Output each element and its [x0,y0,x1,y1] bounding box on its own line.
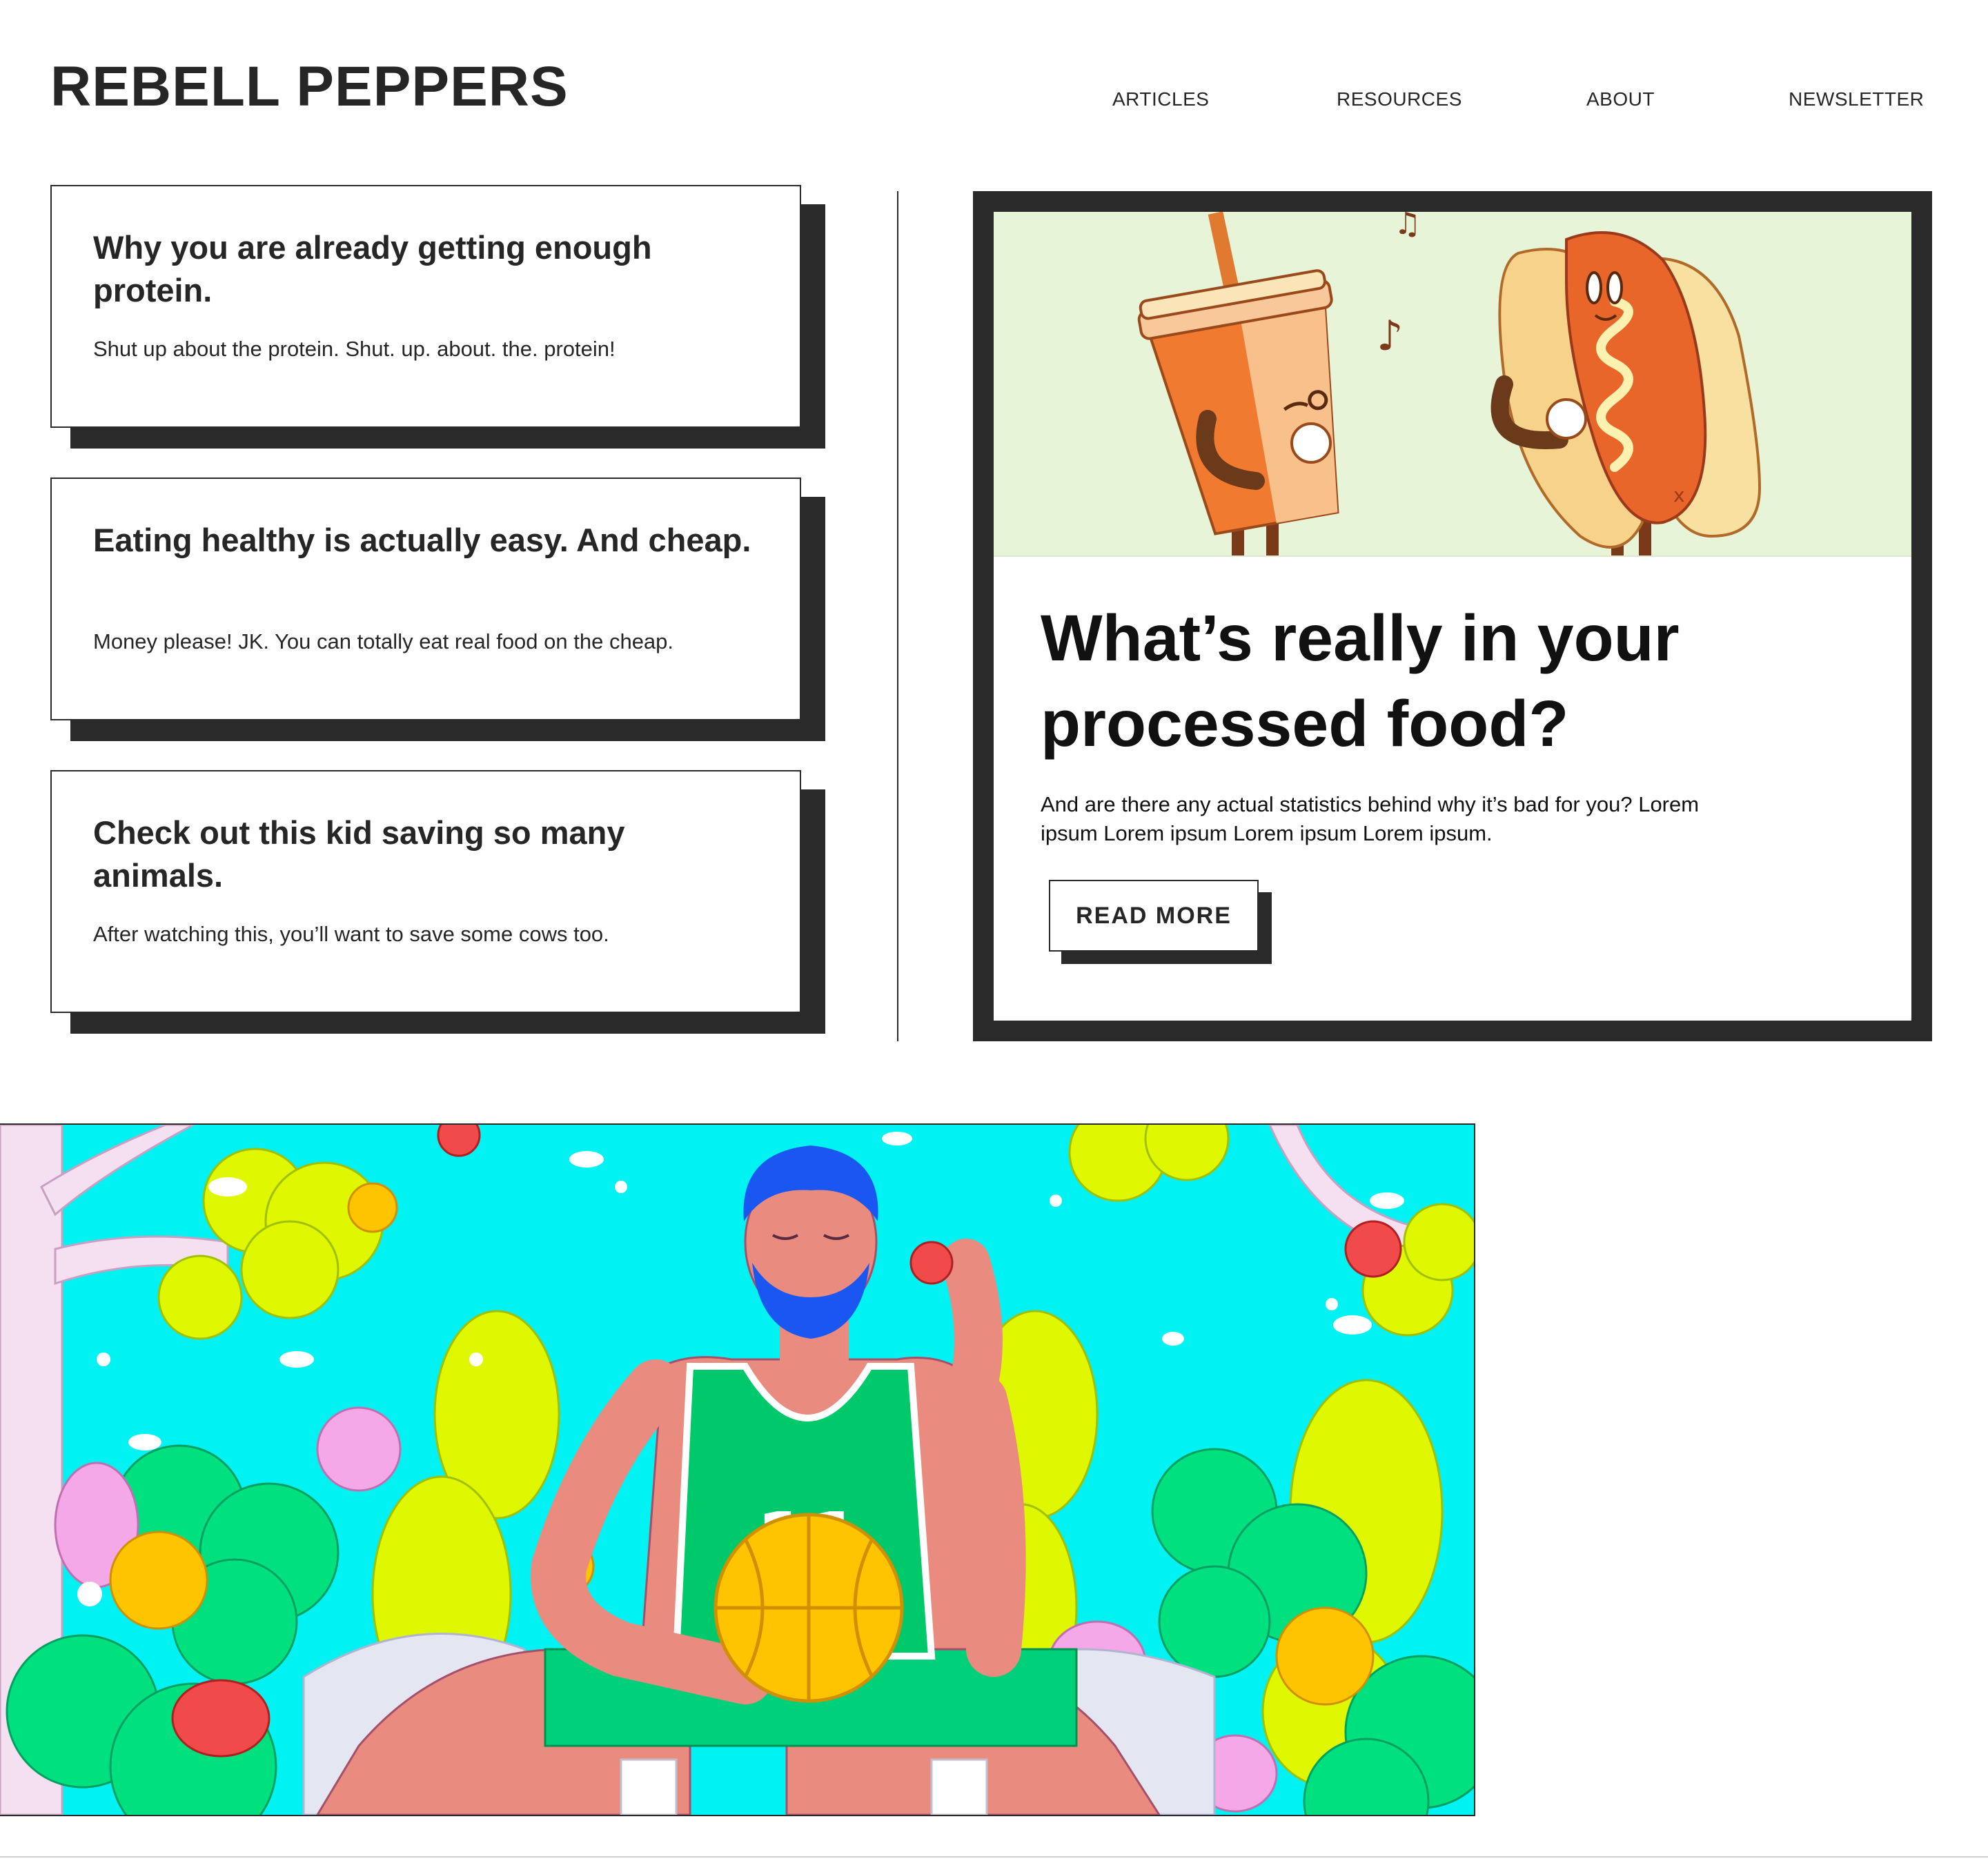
featured-article: ♫ ♪ x What’s really in your processed fo… [973,191,1932,1041]
svg-text:♫: ♫ [1394,212,1421,242]
read-more-wrapper: READ MORE [1049,880,1272,965]
article-title[interactable]: Why you are already getting enough prote… [93,226,756,312]
article-description: Money please! JK. You can totally eat re… [93,629,674,653]
page-bottom-rule [0,1856,1988,1858]
nav-articles[interactable]: ARTICLES [1112,86,1209,113]
article-title[interactable]: Eating healthy is actually easy. And che… [93,519,756,562]
article-card-eating-healthy[interactable]: Eating healthy is actually easy. And che… [50,478,801,720]
svg-text:♪: ♪ [1377,312,1403,360]
basketball-player-illustration: 11 [0,1125,1474,1815]
article-card-wrapper: Why you are already getting enough prote… [50,185,825,449]
article-card-protein[interactable]: Why you are already getting enough prote… [50,185,801,428]
hero-illustration: 11 [0,1123,1475,1816]
article-title[interactable]: Check out this kid saving so many animal… [93,812,756,897]
article-card-wrapper: Eating healthy is actually easy. And che… [50,478,825,741]
vertical-divider [897,191,898,1041]
article-description: After watching this, you’ll want to save… [93,922,609,946]
article-card-wrapper: Check out this kid saving so many animal… [50,770,825,1034]
article-description: Shut up about the protein. Shut. up. abo… [93,337,616,361]
main-nav: ARTICLES RESOURCES ABOUT NEWSLETTER [0,86,1988,113]
article-card-kid-saving-animals[interactable]: Check out this kid saving so many animal… [50,770,801,1013]
featured-article-body: ♫ ♪ x What’s really in your processed fo… [994,212,1911,1021]
read-more-button[interactable]: READ MORE [1049,880,1259,952]
nav-resources[interactable]: RESOURCES [1337,86,1462,113]
cup-and-hotdog-illustration: ♫ ♪ x [994,212,1911,557]
featured-title[interactable]: What’s really in your processed food? [1041,596,1882,767]
nav-about[interactable]: ABOUT [1586,86,1655,113]
nav-newsletter[interactable]: NEWSLETTER [1789,86,1924,113]
featured-description: And are there any actual statistics behi… [1041,792,1700,845]
svg-text:x: x [1673,484,1685,506]
